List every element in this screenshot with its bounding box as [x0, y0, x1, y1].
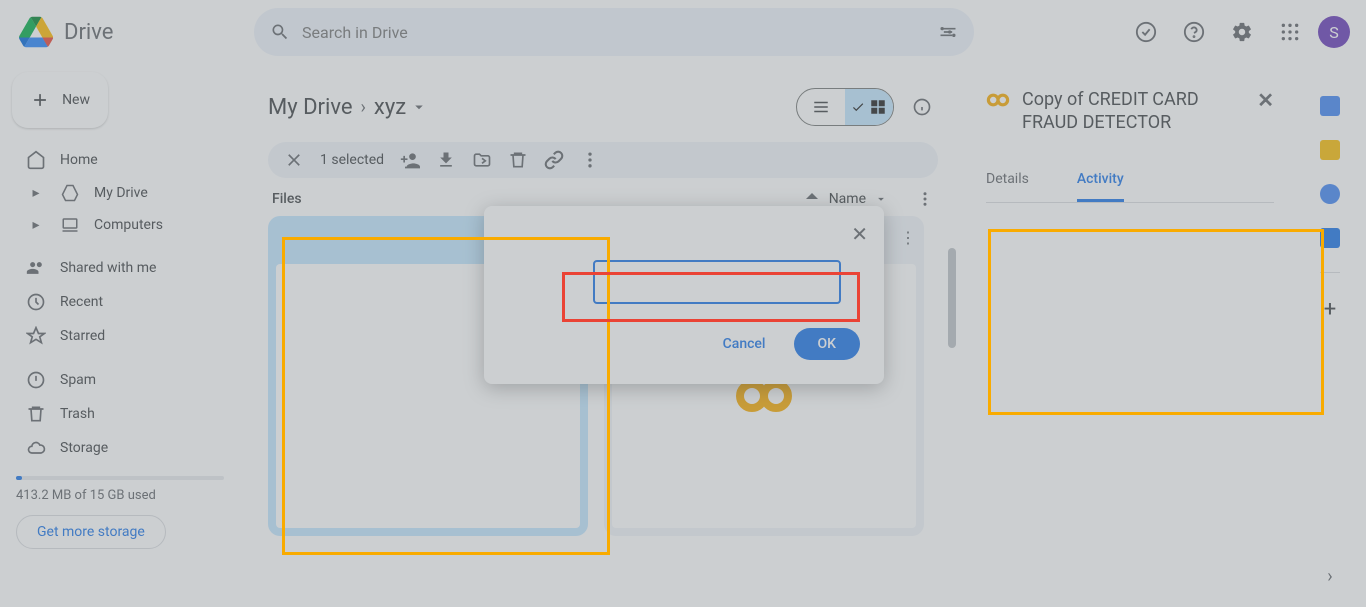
modal-backdrop [0, 0, 1366, 607]
